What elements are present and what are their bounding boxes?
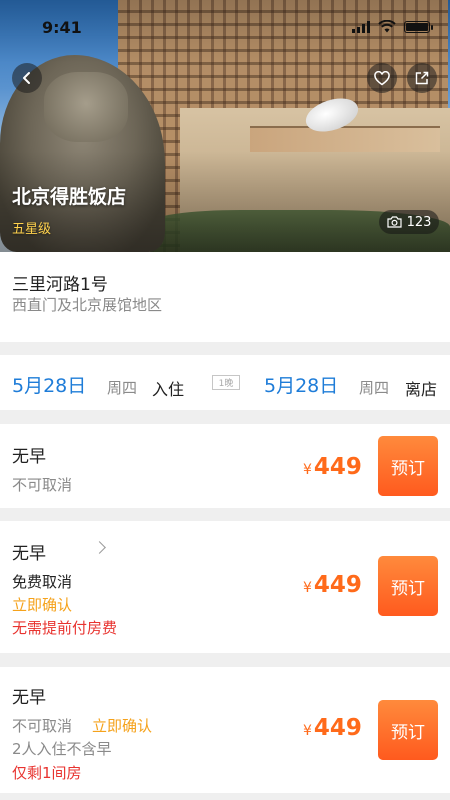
chevron-right-icon[interactable]: [93, 541, 106, 554]
room-offer[interactable]: 无早 免费取消 立即确认 无需提前付房费 ¥449 预订: [0, 521, 450, 653]
signal-icon: [352, 20, 370, 33]
status-bar: 9:41: [0, 0, 450, 48]
instant-confirm-tag: 立即确认: [12, 596, 73, 614]
checkout-date[interactable]: 5月28日: [264, 371, 338, 398]
favorite-button[interactable]: [367, 63, 397, 93]
heart-icon: [374, 70, 390, 85]
stay-dates-selector[interactable]: 5月28日 周四 入住 1晚 5月28日 周四 离店: [0, 355, 450, 410]
status-time: 9:41: [42, 18, 82, 37]
hotel-star-level: 五星级: [12, 222, 52, 237]
address-street: 三里河路1号: [12, 275, 108, 295]
hotel-hero-image[interactable]: 9:41 北京得胜饭店 五星级 123: [0, 0, 450, 252]
room-price: ¥449: [303, 454, 362, 480]
breakfast-info: 无早: [12, 544, 46, 564]
room-offer[interactable]: 无早 不可取消 ¥449 预订: [0, 424, 450, 508]
cancel-policy: 免费取消: [12, 573, 73, 591]
back-button[interactable]: [12, 63, 42, 93]
book-button[interactable]: 预订: [378, 700, 438, 760]
checkin-weekday: 周四: [107, 379, 138, 397]
photo-gallery-button[interactable]: 123: [379, 210, 439, 234]
camera-icon: [386, 216, 402, 228]
hotel-name: 北京得胜饭店: [12, 186, 127, 208]
back-arrow-icon: [23, 72, 30, 84]
share-icon: [415, 71, 429, 85]
checkout-weekday: 周四: [359, 379, 390, 397]
share-button[interactable]: [407, 63, 437, 93]
cancel-policy: 不可取消: [12, 476, 73, 494]
nights-badge: 1晚: [212, 375, 240, 390]
hotel-address-section[interactable]: 三里河路1号 西直门及北京展馆地区: [0, 252, 450, 342]
photo-count-text: 123: [406, 214, 432, 230]
book-button[interactable]: 预订: [378, 436, 438, 496]
cancel-policy: 不可取消: [12, 717, 73, 735]
stock-warning: 仅剩1间房: [12, 764, 82, 782]
occupancy-info: 2人入住不含早: [12, 740, 112, 758]
checkout-label: 离店: [405, 380, 438, 399]
instant-confirm-tag: 立即确认: [92, 717, 153, 735]
breakfast-info: 无早: [12, 688, 46, 708]
address-area: 西直门及北京展馆地区: [12, 296, 163, 314]
wifi-icon: [378, 20, 396, 33]
checkin-date[interactable]: 5月28日: [12, 371, 86, 398]
room-price: ¥449: [303, 715, 362, 741]
payment-policy: 无需提前付房费: [12, 619, 118, 637]
battery-icon: [404, 20, 433, 33]
book-button[interactable]: 预订: [378, 556, 438, 616]
room-price: ¥449: [303, 572, 362, 598]
breakfast-info: 无早: [12, 447, 46, 467]
hotel-detail-page: 9:41 北京得胜饭店 五星级 123 三里河路1号 西直门及北京展馆地区 5月…: [0, 0, 450, 800]
room-offer[interactable]: 无早 不可取消 立即确认 2人入住不含早 仅剩1间房 ¥449 预订: [0, 667, 450, 793]
checkin-label: 入住: [152, 380, 185, 399]
